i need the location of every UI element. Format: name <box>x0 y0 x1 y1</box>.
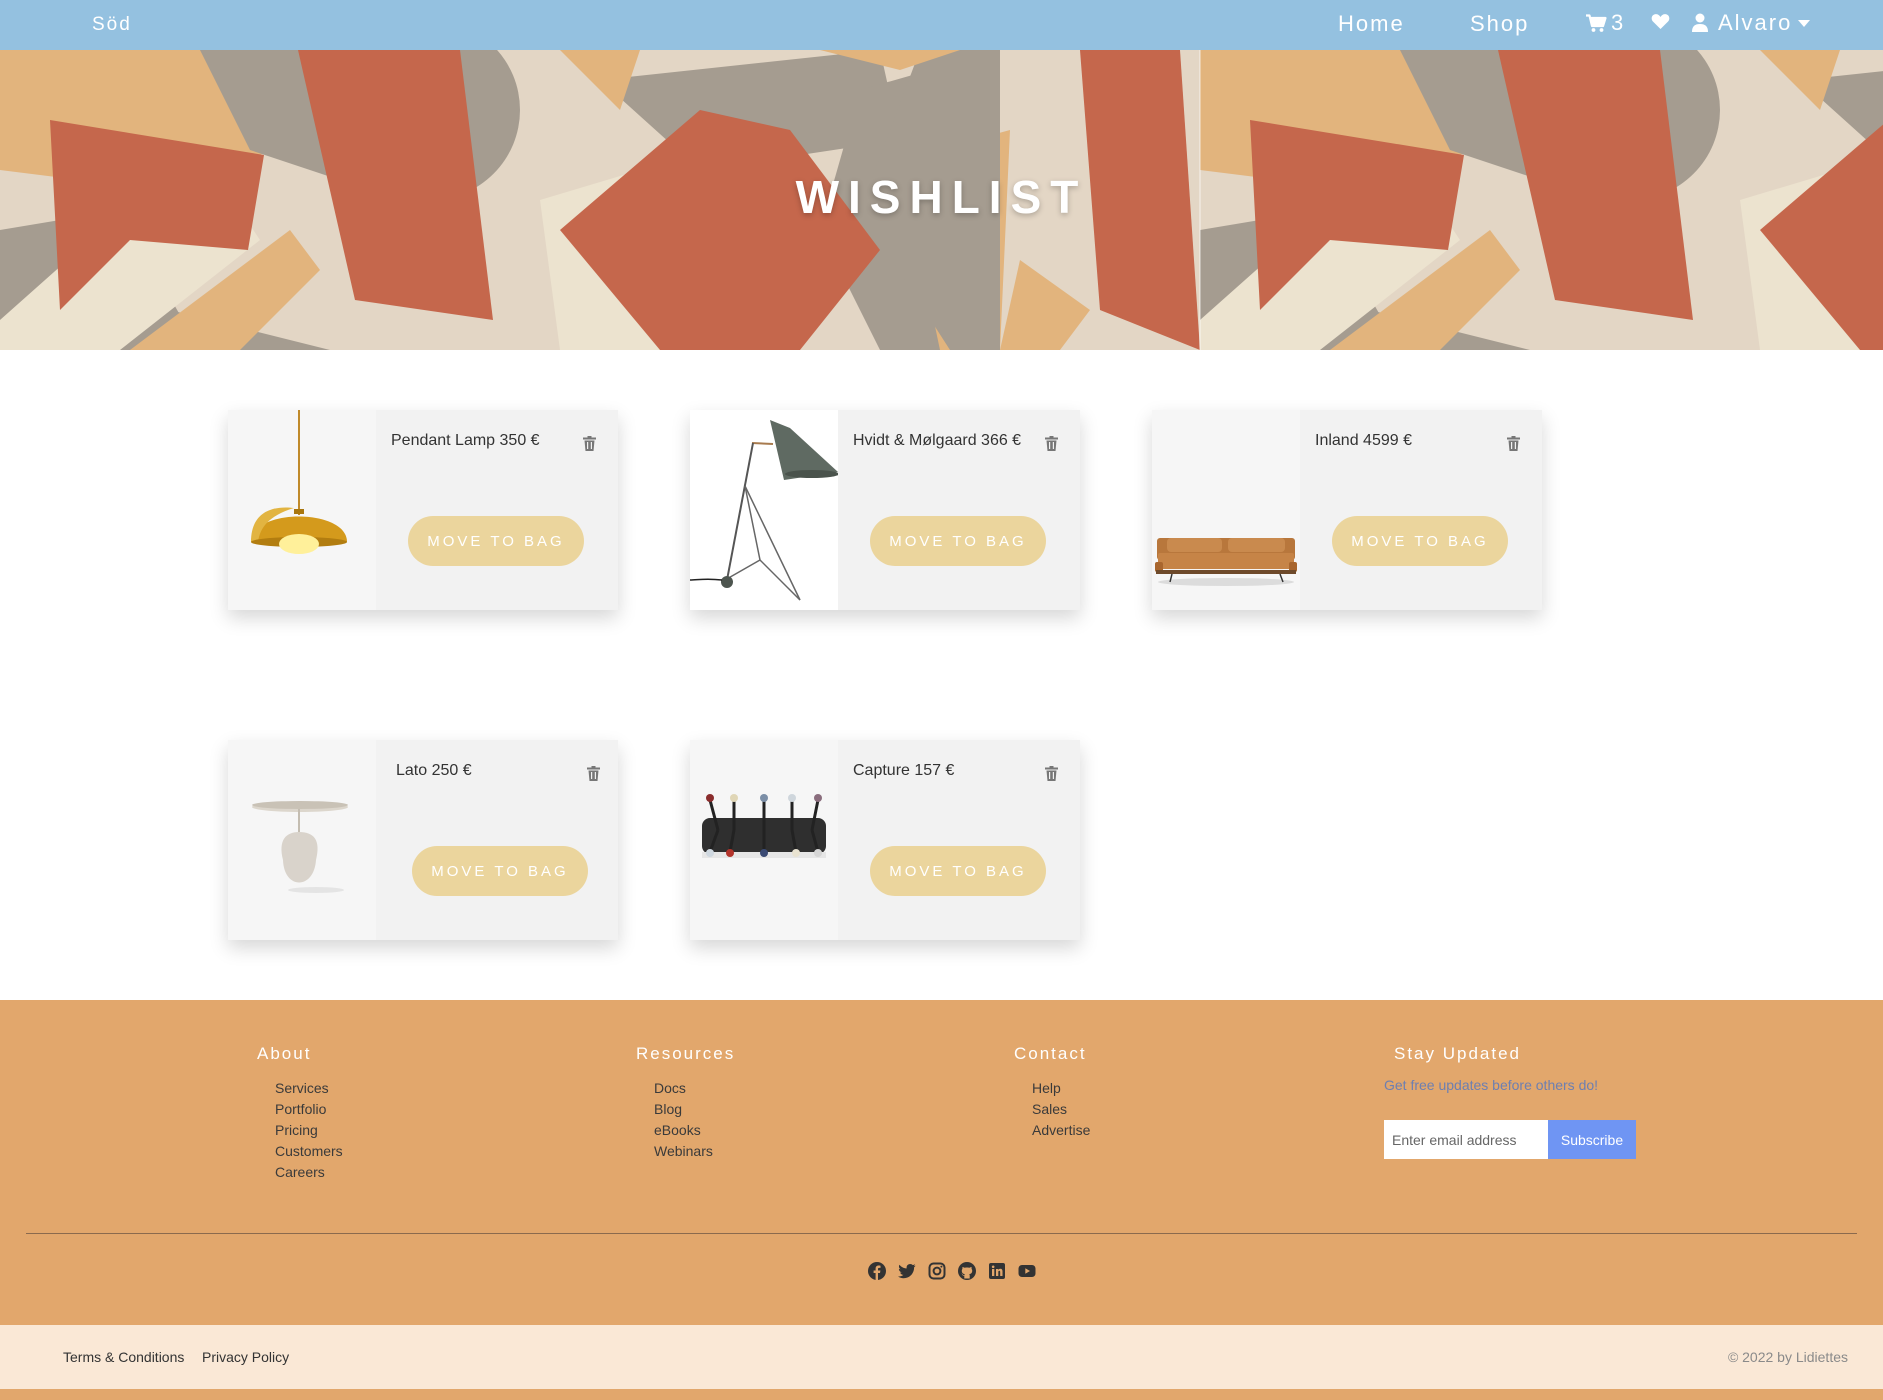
wishlist-card: Capture 157 € MOVE TO BAG <box>690 740 1080 940</box>
product-name: Hvidt & Mølgaard 366 € <box>853 432 1022 449</box>
user-name: Alvaro <box>1718 10 1793 35</box>
trash-icon[interactable] <box>583 436 596 451</box>
wishlist-card: Inland 4599 € MOVE TO BAG <box>1152 410 1542 610</box>
move-to-bag-button[interactable]: MOVE TO BAG <box>412 846 588 896</box>
cart-count: 3 <box>1611 10 1624 35</box>
newsletter-text: Get free updates before others do! <box>1384 1077 1599 1093</box>
terms-link[interactable]: Terms & Conditions <box>63 1349 184 1365</box>
footer-link-customers[interactable]: Customers <box>275 1141 343 1162</box>
product-name: Capture 157 € <box>853 762 955 779</box>
footer-link-help[interactable]: Help <box>1032 1078 1090 1099</box>
trash-icon[interactable] <box>1045 766 1058 781</box>
coat-rack-image <box>690 740 838 940</box>
footer-link-ebooks[interactable]: eBooks <box>654 1120 735 1141</box>
hero-banner: WISHLIST <box>0 50 1883 350</box>
floor-lamp-image <box>690 410 838 610</box>
user-menu[interactable]: Alvaro <box>1692 10 1811 36</box>
twitter-icon[interactable] <box>898 1262 916 1280</box>
social-links <box>868 1262 1036 1280</box>
nav-home-link[interactable]: Home <box>1338 11 1405 37</box>
wishlist-card: Lato 250 € MOVE TO BAG <box>228 740 618 940</box>
nav-shop-link[interactable]: Shop <box>1470 11 1529 37</box>
move-to-bag-button[interactable]: MOVE TO BAG <box>408 516 584 566</box>
sofa-image <box>1152 410 1300 610</box>
footer-link-services[interactable]: Services <box>275 1078 343 1099</box>
footer-resources-column: Resources Docs Blog eBooks Webinars <box>636 1044 735 1162</box>
privacy-link[interactable]: Privacy Policy <box>202 1349 289 1365</box>
top-navbar: Söd Home Shop 3 Alvaro <box>0 0 1883 50</box>
footer-newsletter-column: Stay Updated Get free updates before oth… <box>1384 1044 1636 1159</box>
footer-link-docs[interactable]: Docs <box>654 1078 735 1099</box>
bottom-strip <box>0 1389 1883 1400</box>
footer-heading: Stay Updated <box>1394 1044 1522 1063</box>
move-to-bag-button[interactable]: MOVE TO BAG <box>870 516 1046 566</box>
page-title: WISHLIST <box>795 171 1088 223</box>
trash-icon[interactable] <box>587 766 600 781</box>
copyright-text: © 2022 by Lidiettes <box>1727 1349 1848 1365</box>
trash-icon[interactable] <box>1045 436 1058 451</box>
move-to-bag-button[interactable]: MOVE TO BAG <box>1332 516 1508 566</box>
footer-link-advertise[interactable]: Advertise <box>1032 1120 1090 1141</box>
subscribe-button[interactable]: Subscribe <box>1548 1120 1636 1159</box>
move-to-bag-button[interactable]: MOVE TO BAG <box>870 846 1046 896</box>
brand-logo[interactable]: Söd <box>92 14 132 36</box>
footer-heading: Resources <box>636 1044 736 1063</box>
pendant-lamp-image <box>228 410 376 610</box>
user-icon <box>1692 13 1708 32</box>
github-icon[interactable] <box>958 1262 976 1280</box>
side-table-image <box>228 740 376 940</box>
footer-divider <box>26 1233 1857 1234</box>
footer-contact-column: Contact Help Sales Advertise <box>1014 1044 1090 1141</box>
product-name: Pendant Lamp 350 € <box>391 432 540 449</box>
cart-icon <box>1586 13 1607 32</box>
footer-link-pricing[interactable]: Pricing <box>275 1120 343 1141</box>
chevron-down-icon <box>1798 19 1811 27</box>
site-footer: About Services Portfolio Pricing Custome… <box>0 1000 1883 1325</box>
footer-link-portfolio[interactable]: Portfolio <box>275 1099 343 1120</box>
footer-heading: About <box>257 1044 312 1063</box>
footer-heading: Contact <box>1014 1044 1087 1063</box>
footer-link-blog[interactable]: Blog <box>654 1099 735 1120</box>
legal-bar: Terms & Conditions Privacy Policy © 2022… <box>0 1325 1883 1389</box>
footer-about-column: About Services Portfolio Pricing Custome… <box>257 1044 343 1183</box>
email-input[interactable] <box>1384 1120 1548 1159</box>
instagram-icon[interactable] <box>928 1262 946 1280</box>
product-name: Lato 250 € <box>396 762 472 779</box>
wishlist-card: Pendant Lamp 350 € MOVE TO BAG <box>228 410 618 610</box>
heart-icon[interactable] <box>1651 13 1670 30</box>
newsletter-form: Subscribe <box>1384 1120 1636 1159</box>
facebook-icon[interactable] <box>868 1262 886 1280</box>
wishlist-card: Hvidt & Mølgaard 366 € MOVE TO BAG <box>690 410 1080 610</box>
footer-link-webinars[interactable]: Webinars <box>654 1141 735 1162</box>
footer-link-sales[interactable]: Sales <box>1032 1099 1090 1120</box>
product-name: Inland 4599 € <box>1315 432 1412 449</box>
linkedin-icon[interactable] <box>988 1262 1006 1280</box>
cart-button[interactable]: 3 <box>1586 10 1623 36</box>
trash-icon[interactable] <box>1507 436 1520 451</box>
youtube-icon[interactable] <box>1018 1262 1036 1280</box>
footer-link-careers[interactable]: Careers <box>275 1162 343 1183</box>
